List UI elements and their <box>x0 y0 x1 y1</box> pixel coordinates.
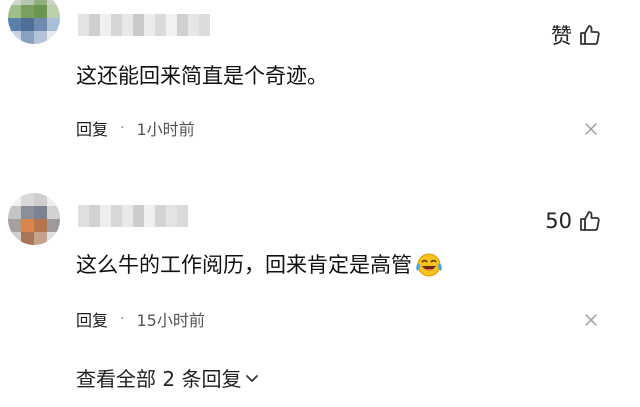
avatar[interactable] <box>8 193 60 245</box>
comment-item: 赞 这还能回来简直是个奇迹。 回复 · 1小时前 <box>0 0 640 175</box>
laughing-crying-emoji <box>416 253 442 277</box>
avatar[interactable] <box>8 0 60 44</box>
close-icon[interactable] <box>584 122 598 136</box>
view-replies-label: 查看全部 2 条回复 <box>76 367 242 391</box>
like-count: 赞 <box>551 24 572 48</box>
comment-text: 这么牛的工作阅历，回来肯定是高管 <box>76 251 444 279</box>
like-button[interactable]: 赞 <box>551 20 602 50</box>
username-blurred[interactable] <box>78 205 188 227</box>
comment-text: 这还能回来简直是个奇迹。 <box>76 64 328 88</box>
like-count: 50 <box>545 209 572 233</box>
timestamp: 15小时前 <box>136 311 205 330</box>
separator-dot: · <box>120 120 125 136</box>
comment-meta: 回复 · 1小时前 <box>76 116 195 140</box>
username-blurred[interactable] <box>78 14 210 36</box>
timestamp: 1小时前 <box>136 120 195 139</box>
thumbs-up-icon <box>580 25 600 45</box>
reply-button[interactable]: 回复 <box>76 116 108 140</box>
view-all-replies-button[interactable]: 查看全部 2 条回复 <box>76 363 261 392</box>
comment-item: 50 这么牛的工作阅历，回来肯定是高管 回复 · 15小时前 查看全部 2 条回… <box>0 185 640 407</box>
chevron-down-icon <box>246 374 259 382</box>
reply-button[interactable]: 回复 <box>76 307 108 331</box>
comment-meta: 回复 · 15小时前 <box>76 307 205 331</box>
thumbs-up-icon <box>580 211 600 231</box>
like-button[interactable]: 50 <box>545 209 602 233</box>
close-icon[interactable] <box>584 313 598 327</box>
separator-dot: · <box>120 311 125 327</box>
